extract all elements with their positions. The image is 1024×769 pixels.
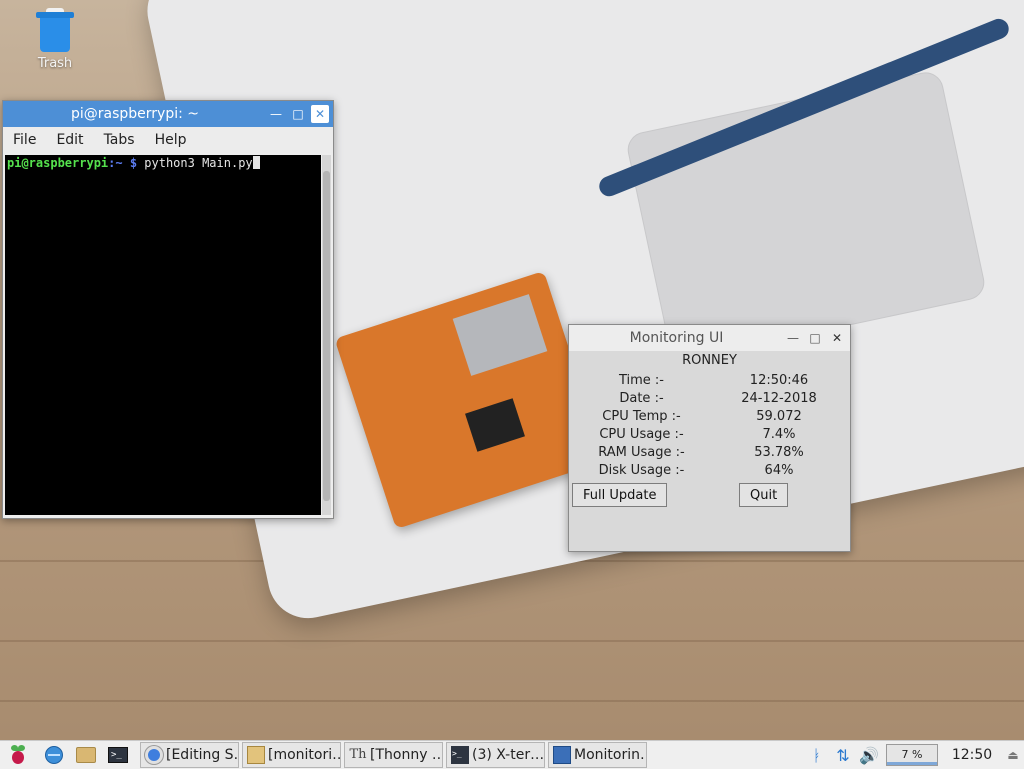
browser-launcher[interactable] bbox=[40, 741, 68, 769]
close-icon: ✕ bbox=[314, 107, 326, 121]
stat-label: Time :- bbox=[618, 372, 665, 388]
monitoring-window: Monitoring UI — □ ✕ RONNEY Time :- 12:50… bbox=[568, 324, 851, 552]
stat-value: 53.78% bbox=[754, 444, 804, 460]
task-label: [Editing S… bbox=[166, 747, 238, 763]
window-icon bbox=[553, 746, 571, 764]
stat-value: 59.072 bbox=[756, 408, 802, 424]
cpu-graph bbox=[887, 762, 937, 765]
terminal-icon: >_ bbox=[108, 747, 128, 763]
raspberry-pi-icon bbox=[9, 745, 27, 765]
quit-button[interactable]: Quit bbox=[739, 483, 789, 507]
stat-value: 12:50:46 bbox=[749, 372, 809, 388]
file-manager-launcher[interactable] bbox=[72, 741, 100, 769]
task-label: [Thonny … bbox=[370, 747, 443, 763]
task-label: [monitori… bbox=[268, 747, 341, 763]
close-icon: ✕ bbox=[831, 331, 843, 345]
terminal-scrollbar[interactable] bbox=[322, 155, 331, 515]
close-button[interactable]: ✕ bbox=[311, 105, 329, 123]
stat-value: 24-12-2018 bbox=[741, 390, 817, 406]
globe-icon bbox=[45, 746, 63, 764]
terminal-launcher[interactable]: >_ bbox=[104, 741, 132, 769]
terminal-screen[interactable]: pi@raspberrypi:~ $ python3 Main.py bbox=[5, 155, 321, 515]
task-thonny[interactable]: Th [Thonny … bbox=[344, 742, 443, 768]
monitoring-button-row: Full Update Quit bbox=[569, 483, 850, 513]
minimize-button[interactable]: — bbox=[784, 329, 802, 347]
text-cursor bbox=[252, 156, 260, 169]
raspberry-menu-button[interactable] bbox=[4, 741, 32, 769]
monitoring-header: RONNEY bbox=[682, 353, 737, 368]
terminal-command: python3 Main.py bbox=[137, 156, 253, 170]
task-label: Monitorin… bbox=[574, 747, 647, 763]
maximize-icon: □ bbox=[292, 107, 304, 121]
trash-icon bbox=[36, 8, 74, 52]
cpu-percent: 7 % bbox=[901, 748, 923, 761]
maximize-button[interactable]: □ bbox=[806, 329, 824, 347]
terminal-icon: >_ bbox=[451, 746, 469, 764]
terminal-title: pi@raspberrypi: ~ bbox=[70, 106, 200, 122]
volume-icon[interactable]: 🔊 bbox=[856, 746, 882, 765]
terminal-menubar: File Edit Tabs Help bbox=[3, 127, 333, 153]
scrollbar-thumb[interactable] bbox=[323, 171, 330, 501]
task-file-manager[interactable]: [monitori… bbox=[242, 742, 341, 768]
maximize-icon: □ bbox=[809, 331, 821, 345]
network-arrows-icon[interactable]: ⇅ bbox=[830, 746, 856, 765]
thonny-icon: Th bbox=[349, 747, 367, 762]
task-monitoring-ui[interactable]: Monitorin… bbox=[548, 742, 647, 768]
stat-value: 7.4% bbox=[762, 426, 796, 442]
close-button[interactable]: ✕ bbox=[828, 329, 846, 347]
stat-label: CPU Temp :- bbox=[602, 408, 681, 424]
task-chrome[interactable]: [Editing S… bbox=[140, 742, 239, 768]
full-update-button[interactable]: Full Update bbox=[572, 483, 668, 507]
monitoring-title: Monitoring UI bbox=[629, 330, 724, 346]
stat-label: CPU Usage :- bbox=[599, 426, 684, 442]
menu-edit[interactable]: Edit bbox=[46, 132, 93, 148]
stat-row-cpu-usage: CPU Usage :- 7.4% bbox=[569, 425, 850, 443]
folder-icon bbox=[247, 746, 265, 764]
task-label: (3) X-ter… bbox=[472, 747, 545, 763]
maximize-button[interactable]: □ bbox=[289, 105, 307, 123]
stat-row-ram-usage: RAM Usage :- 53.78% bbox=[569, 443, 850, 461]
minimize-button[interactable]: — bbox=[267, 105, 285, 123]
monitoring-titlebar[interactable]: Monitoring UI — □ ✕ bbox=[569, 325, 850, 351]
trash-desktop-icon[interactable]: Trash bbox=[20, 8, 90, 71]
cpu-monitor[interactable]: 7 % bbox=[886, 744, 938, 766]
stat-value: 64% bbox=[764, 462, 794, 478]
task-xterminal[interactable]: >_ (3) X-ter… bbox=[446, 742, 545, 768]
stat-label: Disk Usage :- bbox=[598, 462, 685, 478]
clock[interactable]: 12:50 bbox=[942, 747, 1002, 763]
taskbar: >_ [Editing S… [monitori… Th [Thonny … >… bbox=[0, 740, 1024, 769]
terminal-titlebar[interactable]: pi@raspberrypi: ~ — □ ✕ bbox=[3, 101, 333, 127]
prompt-user: pi@raspberrypi bbox=[7, 156, 109, 170]
stat-row-disk-usage: Disk Usage :- 64% bbox=[569, 461, 850, 479]
bluetooth-icon[interactable]: ᛓ bbox=[804, 746, 830, 765]
trash-label: Trash bbox=[37, 56, 73, 71]
folder-icon bbox=[76, 747, 96, 763]
menu-file[interactable]: File bbox=[3, 132, 46, 148]
terminal-window: pi@raspberrypi: ~ — □ ✕ File Edit Tabs H… bbox=[2, 100, 334, 519]
minimize-icon: — bbox=[270, 107, 282, 121]
menu-help[interactable]: Help bbox=[145, 132, 197, 148]
stat-row-date: Date :- 24-12-2018 bbox=[569, 389, 850, 407]
stat-label: Date :- bbox=[619, 390, 664, 406]
eject-icon[interactable]: ⏏ bbox=[1002, 748, 1024, 762]
chrome-icon bbox=[145, 746, 163, 764]
stat-row-time: Time :- 12:50:46 bbox=[569, 371, 850, 389]
stat-row-cpu-temp: CPU Temp :- 59.072 bbox=[569, 407, 850, 425]
menu-tabs[interactable]: Tabs bbox=[94, 132, 145, 148]
minimize-icon: — bbox=[787, 331, 799, 345]
prompt-path: :~ $ bbox=[108, 156, 138, 170]
system-tray: ᛓ ⇅ 🔊 7 % 12:50 ⏏ bbox=[804, 741, 1024, 769]
stat-label: RAM Usage :- bbox=[598, 444, 685, 460]
